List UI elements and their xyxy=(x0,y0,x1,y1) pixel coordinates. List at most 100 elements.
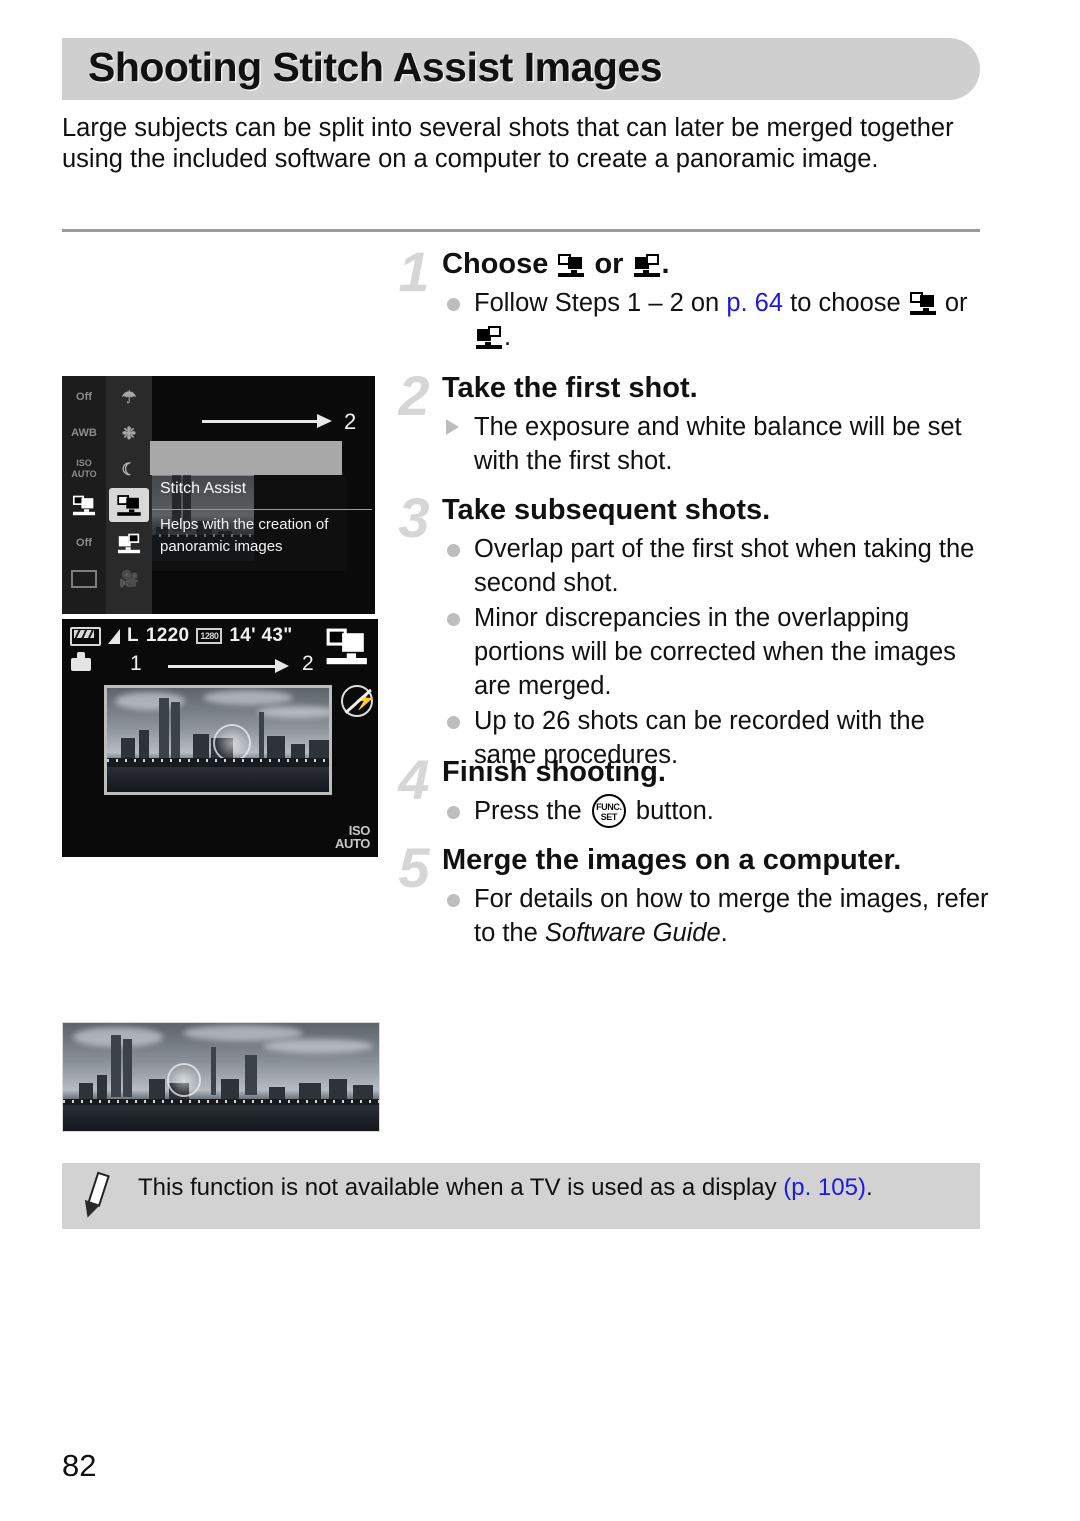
note-text-pre: This function is not available when a TV… xyxy=(138,1174,784,1201)
intro-paragraph: Large subjects can be split into several… xyxy=(62,114,954,173)
menu-icon-off-2[interactable]: Off xyxy=(65,526,103,560)
bullet-dot-icon xyxy=(447,613,460,626)
list-item: Minor discrepancies in the overlapping p… xyxy=(442,601,990,703)
menu-icon-fireworks[interactable]: ❉ xyxy=(109,416,149,450)
step-3-bullets: Overlap part of the first shot when taki… xyxy=(442,532,990,772)
menu-second-frame-placeholder xyxy=(150,441,342,475)
menu-left-icon-column: Off AWB ISO AUTO Off xyxy=(62,376,106,614)
lcd-quality-label: L xyxy=(127,625,139,646)
lcd-stitch-assist-icon xyxy=(324,627,371,666)
lcd-resolution-badge: 1280 xyxy=(196,628,223,644)
pencil-icon xyxy=(78,1171,112,1221)
step-1-heading-mid: or xyxy=(586,248,632,280)
step-2-heading: Take the first shot. xyxy=(442,372,698,404)
lcd-shots-remaining: 1220 xyxy=(145,625,190,646)
menu-icon-stitch-assist-lr-selected[interactable] xyxy=(109,488,149,522)
figure-camera-menu-screen: Off AWB ISO AUTO Off ☂ ❉ ☾ 🎥 2 Stitch As… xyxy=(62,376,375,614)
list-item: For details on how to merge the images, … xyxy=(442,882,990,950)
stitch-assist-rl-icon xyxy=(117,533,141,554)
step-3-heading: Take subsequent shots. xyxy=(442,494,771,526)
menu-icon-movie[interactable]: 🎥 xyxy=(109,562,149,596)
lcd-sequence-indicator: 1 2 xyxy=(116,652,336,680)
menu-icon-awb[interactable]: AWB xyxy=(65,416,103,450)
image-quality-icon xyxy=(108,628,120,644)
lcd-live-view-frame xyxy=(104,685,332,795)
step-4-number: 4 xyxy=(398,748,430,811)
lcd-sequence-arrow-line xyxy=(168,665,278,668)
page-title: Shooting Stitch Assist Images xyxy=(88,44,663,90)
list-item: Overlap part of the first shot when taki… xyxy=(442,532,990,600)
menu-icon-stitch-assist-rl[interactable] xyxy=(109,526,149,560)
stitch-assist-lr-icon xyxy=(326,627,367,665)
software-guide-reference: Software Guide xyxy=(544,919,721,947)
stitch-assist-lr-icon xyxy=(909,291,936,315)
shutter-mode-icon xyxy=(71,652,91,671)
menu-sequence-number: 2 xyxy=(344,409,357,434)
step-4-bullet-pre: Press the xyxy=(474,797,589,825)
step-3-bullet-2: Minor discrepancies in the overlapping p… xyxy=(474,604,956,700)
figure-merged-panorama xyxy=(62,1022,380,1132)
bullet-dot-icon xyxy=(447,544,460,557)
step-5-number: 5 xyxy=(398,836,430,899)
stitch-assist-lr-icon xyxy=(558,253,585,277)
menu-icon-iso-auto[interactable]: ISO AUTO xyxy=(65,452,103,486)
bullet-dot-icon xyxy=(447,806,460,819)
bullet-dot-icon xyxy=(447,298,460,311)
list-item: Press the FUNC. SET button. xyxy=(442,794,990,828)
menu-right-icon-column: ☂ ❉ ☾ 🎥 xyxy=(106,376,152,614)
step-3-number: 3 xyxy=(398,486,430,549)
lcd-sequence-to: 2 xyxy=(302,652,314,675)
figure-camera-lcd-screen: L 1220 1280 14' 43" 1 2 ⚡ ISO AUTO xyxy=(62,619,378,857)
lcd-sequence-from: 1 xyxy=(130,652,142,675)
step-5-bullet-post: . xyxy=(720,919,728,947)
menu-mode-description: Helps with the creation of panoramic ima… xyxy=(160,516,329,555)
step-2-number: 2 xyxy=(398,364,430,427)
bullet-dot-icon xyxy=(447,894,460,907)
page-number: 82 xyxy=(62,1448,97,1483)
stitch-assist-rl-icon xyxy=(476,325,502,349)
section-divider xyxy=(62,229,980,232)
step-5-heading: Merge the images on a computer. xyxy=(442,844,902,876)
step-5: 5 Merge the images on a computer. For de… xyxy=(390,836,990,956)
step-1-number: 1 xyxy=(398,240,430,303)
menu-panel-divider xyxy=(152,509,372,510)
step-1-heading-pre: Choose xyxy=(442,248,557,280)
step-2: 2 Take the first shot. The exposure and … xyxy=(390,364,990,486)
menu-icon-screen[interactable] xyxy=(65,562,103,596)
menu-icon-snow[interactable]: ☂ xyxy=(109,380,149,414)
step-1-bullets: Follow Steps 1 – 2 on p. 64 to choose or… xyxy=(442,286,990,354)
menu-icon-night-scene[interactable]: ☾ xyxy=(109,452,149,486)
step-1-bullet-end: . xyxy=(504,323,512,351)
stitch-assist-lr-icon xyxy=(72,495,96,516)
lcd-iso-line2: AUTO xyxy=(335,836,370,851)
step-1-bullet-post: or xyxy=(937,289,968,317)
lcd-status-bar: L 1220 1280 14' 43" xyxy=(70,625,293,647)
bullet-triangle-icon xyxy=(446,419,459,435)
step-1-heading: Choose or . xyxy=(442,240,990,282)
step-2-bullet-text: The exposure and white balance will be s… xyxy=(474,413,962,475)
sequence-arrow-head xyxy=(317,414,332,428)
step-4-bullets: Press the FUNC. SET button. xyxy=(442,794,990,828)
steps-column: 1 Choose or . Follow Steps 1 – 2 on p. 6… xyxy=(390,240,990,956)
battery-full-icon xyxy=(70,626,101,646)
step-4: 4 Finish shooting. Press the FUNC. SET bu… xyxy=(390,748,990,836)
step-3: 3 Take subsequent shots. Overlap part of… xyxy=(390,486,990,770)
func-set-button-icon: FUNC. SET xyxy=(591,794,626,828)
step-1-bullet-mid: to choose xyxy=(783,289,908,317)
note-page-reference-link[interactable]: (p. 105) xyxy=(783,1174,866,1201)
list-item: The exposure and white balance will be s… xyxy=(442,410,990,478)
menu-icon-stitch-assist[interactable] xyxy=(65,488,103,522)
step-3-bullet-1: Overlap part of the first shot when taki… xyxy=(474,535,975,597)
lcd-iso-badge: ISO AUTO xyxy=(335,824,370,850)
step-1: 1 Choose or . Follow Steps 1 – 2 on p. 6… xyxy=(390,240,990,364)
step-1-heading-post: . xyxy=(661,248,670,280)
lcd-recording-time: 14' 43" xyxy=(229,625,293,646)
step-4-heading: Finish shooting. xyxy=(442,756,666,788)
menu-icon-off-1[interactable]: Off xyxy=(65,380,103,414)
flash-off-icon: ⚡ xyxy=(341,685,377,717)
list-item: Follow Steps 1 – 2 on p. 64 to choose or… xyxy=(442,286,990,354)
step-4-bullet-post: button. xyxy=(628,797,714,825)
bullet-dot-icon xyxy=(447,716,460,729)
page-reference-link[interactable]: p. 64 xyxy=(726,289,783,317)
note-text-post: . xyxy=(865,1174,873,1201)
